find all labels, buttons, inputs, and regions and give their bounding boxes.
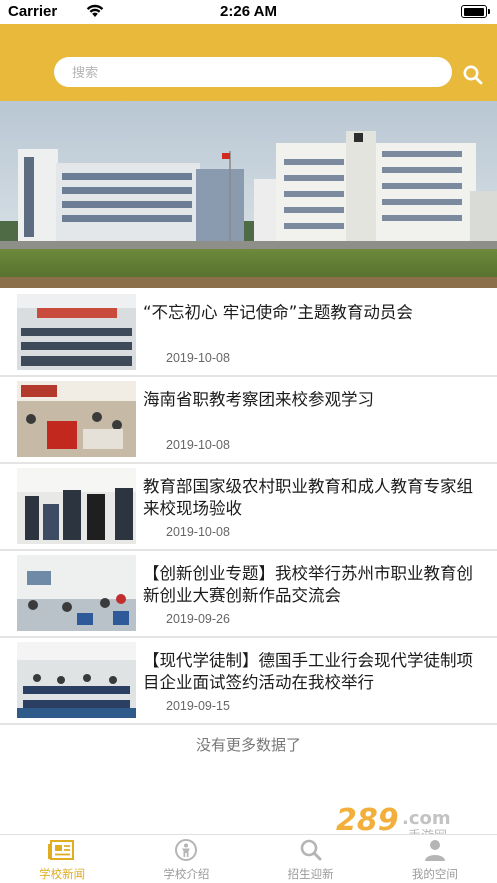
tab-compass[interactable]: 学校介绍 (124, 835, 248, 883)
tab-bar: 学校新闻 学校介绍 招生迎新 我的空间 (0, 834, 497, 883)
svg-text:.com: .com (402, 808, 451, 829)
tab-label: 学校新闻 (39, 867, 86, 881)
search-input[interactable] (54, 57, 452, 87)
news-title: “不忘初心 牢记使命”主题教育动员会 (143, 303, 413, 322)
banner-campus-photo[interactable] (0, 101, 497, 288)
news-thumbnail (17, 381, 136, 457)
news-title: 海南省职教考察团来校参观学习 (143, 390, 374, 409)
compass-icon (175, 839, 198, 861)
tab-newspaper[interactable]: 学校新闻 (0, 835, 124, 883)
news-date: 2019-10-08 (166, 438, 230, 452)
user-icon (424, 840, 445, 861)
news-date: 2019-10-08 (166, 525, 230, 539)
news-date: 2019-09-15 (166, 699, 230, 713)
news-title: 【创新创业专题】我校举行苏州市职业教育创新创业大赛创新作品交流会 (143, 564, 473, 605)
news-list: “不忘初心 牢记使命”主题教育动员会 2019-10-08 海南省职教考察团来校参观… (0, 290, 497, 725)
status-bar: Carrier 2:26 AM (0, 0, 497, 24)
news-item[interactable]: 【创新创业专题】我校举行苏州市职业教育创新创业大赛创新作品交流会 2019-09-… (0, 551, 497, 638)
clock: 2:26 AM (220, 3, 277, 20)
battery-icon (461, 5, 490, 18)
news-item[interactable]: “不忘初心 牢记使命”主题教育动员会 2019-10-08 (0, 290, 497, 377)
svg-text:289: 289 (336, 803, 399, 838)
tab-label: 我的空间 (411, 867, 458, 881)
magnifier-icon (300, 839, 322, 861)
app-header (0, 24, 497, 101)
news-date: 2019-09-26 (166, 612, 230, 626)
search-icon[interactable] (462, 64, 484, 86)
news-thumbnail (17, 555, 136, 631)
tab-magnifier[interactable]: 招生迎新 (249, 835, 373, 883)
tab-label: 学校介绍 (163, 867, 210, 881)
newspaper-icon (48, 840, 75, 860)
tab-user[interactable]: 我的空间 (373, 835, 497, 883)
list-end-message: 没有更多数据了 (195, 736, 301, 754)
tab-label: 招生迎新 (287, 867, 334, 881)
news-title: 教育部国家级农村职业教育和成人教育专家组来校现场验收 (143, 477, 473, 518)
news-title: 【现代学徒制】德国手工业行会现代学徒制项目企业面试签约活动在我校举行 (143, 651, 473, 692)
news-thumbnail (17, 468, 136, 544)
news-item[interactable]: 海南省职教考察团来校参观学习 2019-10-08 (0, 377, 497, 464)
news-thumbnail (17, 294, 136, 370)
news-date: 2019-10-08 (166, 351, 230, 365)
news-thumbnail (17, 642, 136, 718)
news-item[interactable]: 【现代学徒制】德国手工业行会现代学徒制项目企业面试签约活动在我校举行 2019-0… (0, 638, 497, 725)
news-item[interactable]: 教育部国家级农村职业教育和成人教育专家组来校现场验收 2019-10-08 (0, 464, 497, 551)
